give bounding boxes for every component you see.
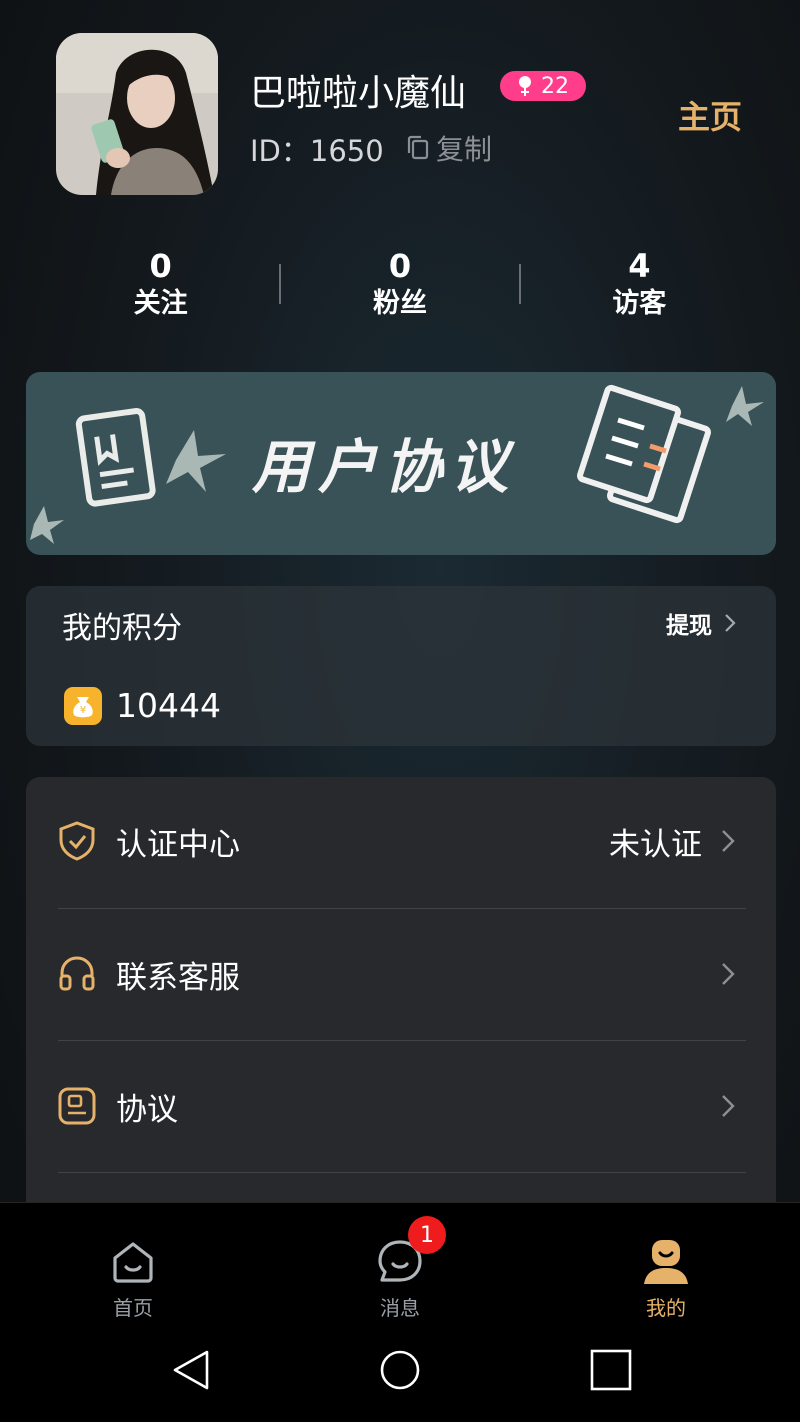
document-icon — [75, 408, 156, 507]
profile-page: 巴啦啦小魔仙 22 ID：1650 复制 主页 0 关注 0 粉丝 4 访客 用… — [0, 0, 800, 1422]
profile-icon — [644, 1240, 688, 1284]
stat-value: 4 — [628, 247, 651, 285]
username: 巴啦啦小魔仙 — [250, 73, 467, 114]
age-value: 22 — [541, 73, 569, 99]
banner-title: 用户协议 — [252, 433, 517, 501]
points-value: 10444 — [116, 686, 221, 725]
user-id: ID：1650 — [250, 134, 384, 168]
stat-label: 关注 — [133, 288, 188, 319]
shield-check-icon — [59, 821, 95, 861]
copy-label: 复制 — [436, 133, 493, 166]
coin-bag-icon: ¥ — [64, 686, 102, 725]
menu-label: 协议 — [116, 1091, 178, 1128]
nav-me[interactable]: 我的 — [606, 1238, 726, 1321]
menu-label: 认证中心 — [116, 826, 240, 863]
gender-age-badge: 22 — [500, 71, 586, 101]
nav-messages[interactable]: 消息 — [340, 1238, 460, 1321]
menu-label: 联系客服 — [116, 959, 240, 996]
nav-label: 首页 — [113, 1296, 153, 1320]
svg-text:¥: ¥ — [80, 705, 86, 716]
document-icon — [58, 1087, 96, 1125]
papers-icon — [577, 384, 711, 524]
stat-visitors[interactable]: 4 访客 — [521, 246, 758, 322]
unread-badge: 1 — [408, 1216, 446, 1254]
chevron-right-icon — [722, 1095, 735, 1117]
stat-label: 粉丝 — [372, 288, 427, 319]
menu-item-agreement[interactable]: 协议 — [26, 1040, 776, 1172]
copy-id-button[interactable]: 复制 — [406, 128, 492, 168]
back-icon — [173, 1350, 209, 1390]
home-circle-icon — [380, 1350, 420, 1390]
stat-following[interactable]: 0 关注 — [42, 246, 279, 322]
copy-icon — [407, 135, 429, 160]
stat-value: 0 — [388, 247, 412, 285]
withdraw-button[interactable]: 提现 — [666, 606, 736, 640]
menu-item-customer-service[interactable]: 联系客服 — [26, 908, 776, 1040]
nav-label: 消息 — [380, 1296, 420, 1320]
avatar[interactable] — [56, 33, 218, 195]
female-icon — [519, 76, 531, 96]
chevron-right-icon — [722, 830, 735, 852]
divider — [58, 1172, 746, 1173]
points-title: 我的积分 — [62, 611, 182, 646]
stat-fans[interactable]: 0 粉丝 — [281, 246, 518, 322]
recents-icon — [590, 1349, 632, 1391]
nav-home[interactable]: 首页 — [73, 1238, 193, 1321]
headset-icon — [59, 956, 95, 991]
chevron-right-icon — [722, 963, 735, 985]
nav-label: 我的 — [646, 1296, 686, 1320]
stat-label: 访客 — [612, 288, 667, 319]
stats-row: 0 关注 0 粉丝 4 访客 — [42, 244, 758, 324]
chevron-right-icon — [725, 614, 736, 632]
points-balance: ¥ 10444 — [64, 686, 221, 725]
verification-status: 未认证 — [609, 826, 702, 863]
withdraw-label: 提现 — [666, 613, 712, 639]
menu-item-verification[interactable]: 认证中心 未认证 — [26, 775, 776, 907]
system-nav-bar — [0, 1320, 800, 1422]
stat-value: 0 — [149, 247, 172, 285]
home-page-link[interactable]: 主页 — [678, 92, 742, 138]
home-icon — [113, 1242, 153, 1283]
